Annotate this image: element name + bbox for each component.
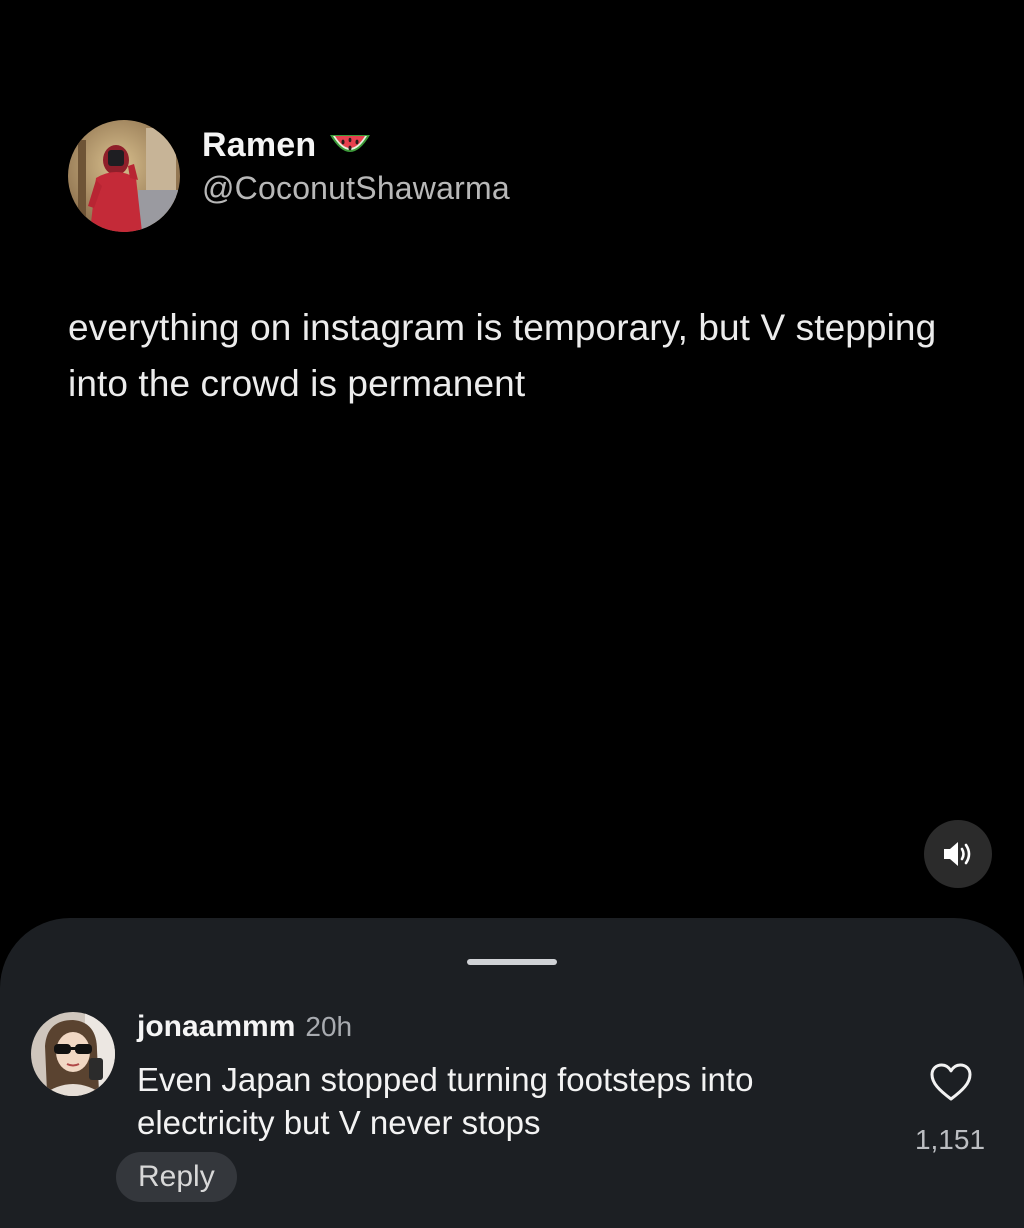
reply-button[interactable]: Reply (116, 1152, 237, 1202)
comment-timestamp: 20h (305, 1011, 353, 1042)
comment-username[interactable]: jonaammm (137, 1010, 295, 1044)
heart-outline-icon (930, 1063, 972, 1101)
user-handle[interactable]: @CoconutShawarma (202, 170, 510, 207)
sheet-grabber-handle[interactable] (467, 959, 557, 965)
sound-toggle-button[interactable] (924, 820, 992, 888)
like-button[interactable] (929, 1062, 973, 1102)
display-name-row: Ramen (202, 124, 510, 168)
comment-meta: jonaammm 20h (137, 1010, 352, 1044)
speaker-icon (944, 842, 971, 866)
like-count: 1,151 (914, 1124, 986, 1155)
comments-sheet: jonaammm 20h Even Japan stopped turning … (0, 918, 1024, 1228)
display-name[interactable]: Ramen (202, 126, 316, 165)
watermelon-icon (326, 129, 374, 163)
tweet-author: Ramen @CoconutShawarma (202, 124, 510, 207)
tweet-text: everything on instagram is temporary, bu… (68, 307, 937, 404)
comment-text: Even Japan stopped turning footsteps int… (137, 1061, 754, 1141)
tweet-header: Ramen @CoconutShawarma (68, 120, 510, 232)
comment-avatar[interactable] (31, 1012, 115, 1096)
avatar[interactable] (68, 120, 180, 232)
